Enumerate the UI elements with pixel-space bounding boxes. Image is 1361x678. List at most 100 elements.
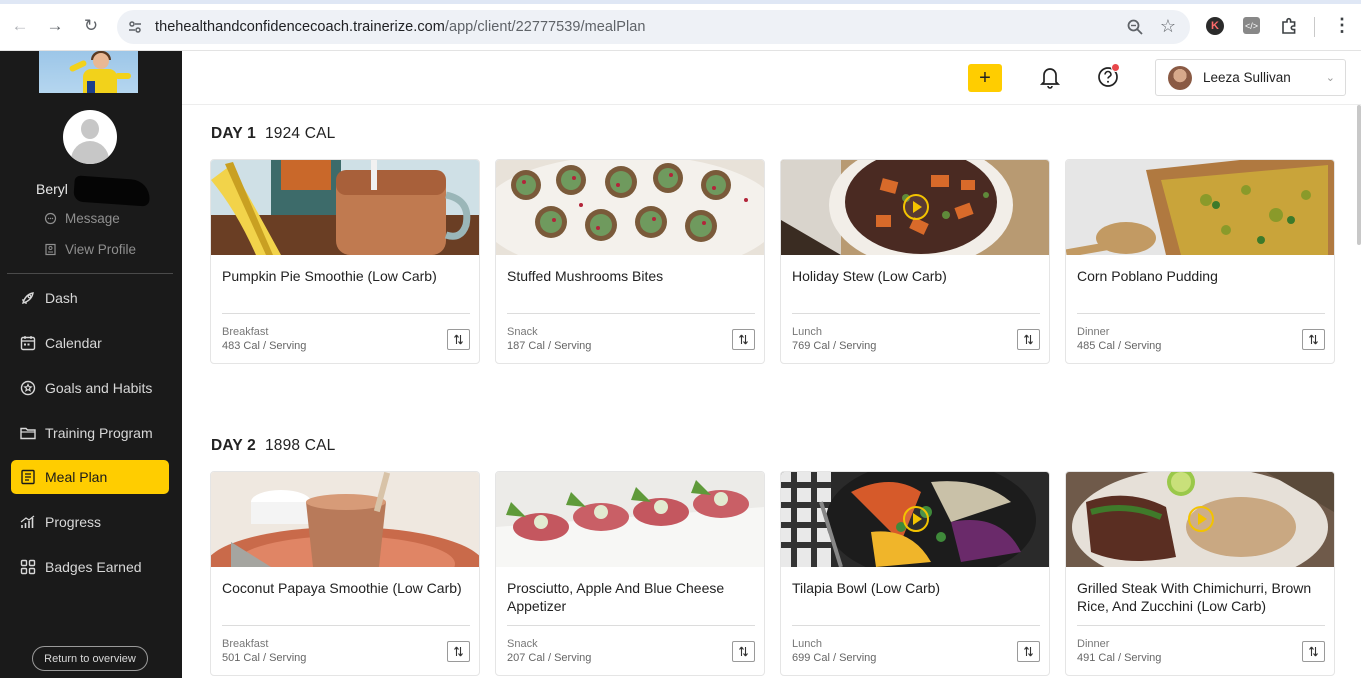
sidebar-item-dash[interactable]: Dash: [11, 281, 169, 315]
meal-plan-icon: [18, 467, 38, 487]
meal-calories: 491 Cal / Serving: [1077, 652, 1162, 664]
meal-calories: 483 Cal / Serving: [222, 340, 307, 352]
swap-meal-button[interactable]: [732, 329, 755, 350]
url-text[interactable]: thehealthandconfidencecoach.trainerize.c…: [155, 19, 645, 35]
sidebar-item-meal-plan[interactable]: Meal Plan: [11, 460, 169, 494]
meal-card[interactable]: Grilled Steak With Chimichurri, Brown Ri…: [1065, 471, 1335, 676]
sidebar-item-label: Training Program: [45, 425, 153, 441]
client-avatar[interactable]: [63, 110, 117, 164]
sidebar-item-label: Meal Plan: [45, 469, 108, 485]
zoom-icon[interactable]: [1126, 18, 1144, 36]
user-account-dropdown[interactable]: Leeza Sullivan ⌄: [1155, 59, 1346, 96]
message-link[interactable]: Message: [44, 211, 120, 226]
calendar-icon: [18, 333, 38, 353]
client-name: Beryl: [36, 181, 68, 197]
page-scrollbar[interactable]: [1357, 105, 1361, 245]
meal-title[interactable]: Tilapia Bowl (Low Carb): [792, 579, 1042, 597]
swap-meal-button[interactable]: [1017, 329, 1040, 350]
return-to-overview-button[interactable]: Return to overview: [32, 646, 148, 671]
meal-card[interactable]: Pumpkin Pie Smoothie (Low Carb) Breakfas…: [210, 159, 480, 364]
swap-arrows-icon: [454, 334, 463, 345]
meal-title[interactable]: Holiday Stew (Low Carb): [792, 267, 1042, 285]
sidebar-divider: [7, 273, 173, 274]
meal-card[interactable]: Coconut Papaya Smoothie (Low Carb) Break…: [210, 471, 480, 676]
meal-title[interactable]: Grilled Steak With Chimichurri, Brown Ri…: [1077, 579, 1327, 615]
extensions-puzzle-icon[interactable]: [1279, 16, 1299, 36]
meal-type: Snack: [507, 638, 538, 650]
meal-calories: 769 Cal / Serving: [792, 340, 877, 352]
day-heading: DAY 1 1924 CAL: [211, 125, 336, 143]
app-header: + Leeza Sullivan ⌄: [182, 51, 1361, 105]
swap-meal-button[interactable]: [732, 641, 755, 662]
card-divider: [1077, 313, 1325, 314]
rocket-icon: [18, 288, 38, 308]
extension-code-icon[interactable]: </>: [1243, 17, 1260, 34]
meal-type: Breakfast: [222, 638, 269, 650]
view-profile-link[interactable]: View Profile: [44, 242, 136, 257]
meal-type: Snack: [507, 326, 538, 338]
meal-image: [496, 472, 764, 567]
kebab-menu-icon[interactable]: ⋮: [1333, 16, 1351, 34]
sidebar-item-training-program[interactable]: Training Program: [11, 416, 169, 450]
meal-title[interactable]: Pumpkin Pie Smoothie (Low Carb): [222, 267, 472, 285]
meal-type: Dinner: [1077, 326, 1110, 338]
sidebar-item-label: Progress: [45, 514, 102, 530]
meal-title[interactable]: Stuffed Mushrooms Bites: [507, 267, 757, 285]
address-bar[interactable]: thehealthandconfidencecoach.trainerize.c…: [117, 10, 1190, 44]
swap-meal-button[interactable]: [1017, 641, 1040, 662]
meal-calories: 485 Cal / Serving: [1077, 340, 1162, 352]
play-video-icon[interactable]: [903, 194, 929, 220]
chevron-down-icon: ⌄: [1325, 72, 1335, 84]
user-name: Leeza Sullivan: [1203, 70, 1291, 85]
sidebar-item-badges-earned[interactable]: Badges Earned: [11, 550, 169, 584]
meal-image: [781, 160, 1049, 255]
meal-image: [781, 472, 1049, 567]
day-heading: DAY 2 1898 CAL: [211, 437, 336, 455]
goals-icon: [18, 378, 38, 398]
play-video-icon[interactable]: [903, 506, 929, 532]
swap-arrows-icon: [739, 334, 748, 345]
sidebar-item-label: Goals and Habits: [45, 380, 153, 396]
meal-title[interactable]: Corn Poblano Pudding: [1077, 267, 1327, 285]
back-arrow-icon[interactable]: ←: [9, 15, 31, 37]
meal-title[interactable]: Prosciutto, Apple And Blue Cheese Appeti…: [507, 579, 757, 615]
meal-calories: 501 Cal / Serving: [222, 652, 307, 664]
sidebar-item-goals-and-habits[interactable]: Goals and Habits: [11, 371, 169, 405]
meal-title[interactable]: Coconut Papaya Smoothie (Low Carb): [222, 579, 472, 597]
meal-calories: 699 Cal / Serving: [792, 652, 877, 664]
sidebar-item-label: Calendar: [45, 335, 102, 351]
profile-card-icon: [44, 243, 57, 256]
sidebar-item-calendar[interactable]: Calendar: [11, 326, 169, 360]
swap-arrows-icon: [739, 646, 748, 657]
meal-card[interactable]: Stuffed Mushrooms Bites Snack 187 Cal / …: [495, 159, 765, 364]
meal-image: [211, 472, 479, 567]
swap-meal-button[interactable]: [447, 641, 470, 662]
swap-meal-button[interactable]: [1302, 329, 1325, 350]
client-banner-image: [39, 51, 138, 93]
meal-card[interactable]: Corn Poblano Pudding Dinner 485 Cal / Se…: [1065, 159, 1335, 364]
reload-icon[interactable]: ↻: [80, 15, 102, 37]
card-divider: [1077, 625, 1325, 626]
meal-card[interactable]: Holiday Stew (Low Carb) Lunch 769 Cal / …: [780, 159, 1050, 364]
extension-k-icon[interactable]: K: [1206, 17, 1224, 35]
notifications-bell-icon[interactable]: [1039, 65, 1061, 89]
play-video-icon[interactable]: [1188, 506, 1214, 532]
bookmark-star-icon[interactable]: ☆: [1160, 16, 1176, 37]
card-divider: [792, 313, 1040, 314]
meal-type: Lunch: [792, 638, 822, 650]
forward-arrow-icon[interactable]: →: [44, 15, 66, 37]
swap-meal-button[interactable]: [1302, 641, 1325, 662]
url-path: /app/client/22777539/mealPlan: [444, 19, 646, 35]
plus-icon: +: [979, 66, 991, 89]
chat-bubble-icon: [44, 212, 57, 225]
add-button[interactable]: +: [968, 64, 1002, 92]
sidebar-item-progress[interactable]: Progress: [11, 505, 169, 539]
browser-tab-strip: [0, 0, 1361, 4]
meal-card[interactable]: Tilapia Bowl (Low Carb) Lunch 699 Cal / …: [780, 471, 1050, 676]
redaction-scribble: [73, 175, 151, 207]
swap-meal-button[interactable]: [447, 329, 470, 350]
sidebar-item-label: Dash: [45, 290, 78, 306]
site-info-icon[interactable]: [127, 19, 143, 35]
day-label: DAY 1: [211, 125, 256, 142]
meal-card[interactable]: Prosciutto, Apple And Blue Cheese Appeti…: [495, 471, 765, 676]
